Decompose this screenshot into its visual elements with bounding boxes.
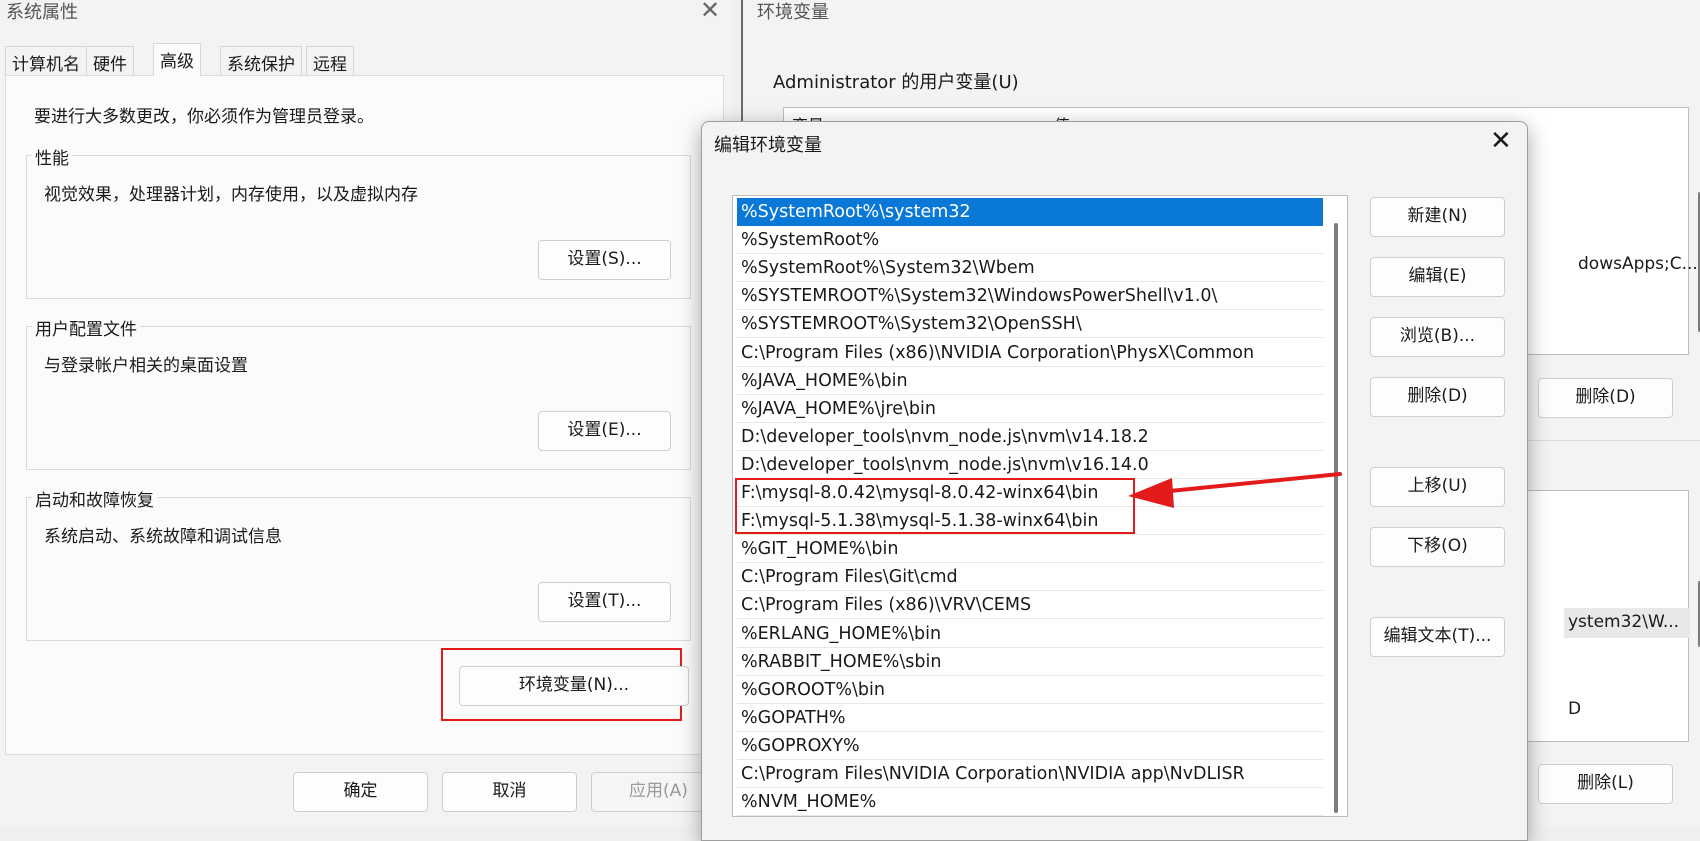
close-icon[interactable]: ✕ xyxy=(1490,126,1512,156)
ok-button[interactable]: 确定 xyxy=(293,772,428,812)
path-list-item[interactable]: %GOROOT%\bin xyxy=(737,676,1323,704)
path-list-item[interactable]: %SYSTEMROOT%\System32\WindowsPowerShell\… xyxy=(737,282,1323,311)
path-list-item[interactable]: %RABBIT_HOME%\sbin xyxy=(737,648,1323,676)
tab-hardware[interactable]: 硬件 xyxy=(86,46,134,76)
path-list-item[interactable]: C:\Program Files\NVIDIA Corporation\NVID… xyxy=(737,760,1323,788)
system-properties-window: 系统属性 ✕ 计算机名 硬件 高级 系统保护 远程 要进行大多数更改，你必须作为… xyxy=(0,0,732,826)
system-variable-value-partial[interactable]: ystem32\W... xyxy=(1568,612,1679,632)
user-variables-label: Administrator 的用户变量(U) xyxy=(773,72,1019,93)
edit-environment-variable-dialog: 编辑环境变量 ✕ %SystemRoot%\system32 %SystemRoo… xyxy=(701,121,1528,841)
path-list-item[interactable]: %SystemRoot%\system32 xyxy=(737,198,1323,226)
edit-text-button[interactable]: 编辑文本(T)... xyxy=(1370,617,1505,657)
startup-recovery-group-title: 启动和故障恢复 xyxy=(32,486,157,511)
path-list-item[interactable]: %GIT_HOME%\bin xyxy=(737,535,1323,564)
path-list-item[interactable]: C:\Program Files\Git\cmd xyxy=(737,563,1323,592)
performance-description: 视觉效果，处理器计划，内存使用，以及虚拟内存 xyxy=(44,185,418,205)
user-profiles-description: 与登录帐户相关的桌面设置 xyxy=(44,356,248,376)
path-list-item[interactable]: C:\Program Files (x86)\VRV\CEMS xyxy=(737,591,1323,620)
user-variable-value-partial[interactable]: dowsApps;C... xyxy=(1578,254,1698,274)
delete-system-variable-button[interactable]: 删除(L) xyxy=(1538,764,1673,804)
path-list-item[interactable]: C:\Program Files (x86)\NVIDIA Corporatio… xyxy=(737,339,1323,367)
performance-settings-button[interactable]: 设置(S)... xyxy=(538,240,671,280)
admin-note: 要进行大多数更改，你必须作为管理员登录。 xyxy=(34,107,374,127)
path-list-item[interactable]: %SystemRoot% xyxy=(737,226,1323,255)
path-list-item[interactable]: %JAVA_HOME%\bin xyxy=(737,367,1323,395)
close-icon[interactable]: ✕ xyxy=(700,0,720,24)
tab-system-protection[interactable]: 系统保护 xyxy=(220,46,302,76)
annotation-arrow-icon xyxy=(1128,472,1342,508)
path-list-item[interactable]: D:\developer_tools\nvm_node.js\nvm\v14.1… xyxy=(737,423,1323,451)
startup-recovery-description: 系统启动、系统故障和调试信息 xyxy=(44,527,282,547)
dialog-title: 编辑环境变量 xyxy=(714,135,822,156)
tab-remote[interactable]: 远程 xyxy=(306,46,354,76)
user-profiles-group-title: 用户配置文件 xyxy=(32,315,140,340)
path-list-item[interactable]: %GOPROXY% xyxy=(737,732,1323,760)
path-list-item[interactable]: %SYSTEMROOT%\System32\OpenSSH\ xyxy=(737,310,1323,339)
tab-computer-name[interactable]: 计算机名 xyxy=(5,46,87,76)
path-list-item[interactable]: %SystemRoot%\System32\Wbem xyxy=(737,254,1323,283)
path-list-item[interactable]: %GOPATH% xyxy=(737,704,1323,732)
tab-advanced[interactable]: 高级 xyxy=(153,43,201,76)
environment-variables-button[interactable]: 环境变量(N)... xyxy=(459,666,689,706)
browse-button[interactable]: 浏览(B)... xyxy=(1370,317,1505,357)
annotation-highlight-mysql xyxy=(735,478,1135,534)
new-button[interactable]: 新建(N) xyxy=(1370,197,1505,237)
performance-group-title: 性能 xyxy=(32,144,72,169)
cancel-button[interactable]: 取消 xyxy=(442,772,577,812)
move-up-button[interactable]: 上移(U) xyxy=(1370,467,1505,507)
user-profiles-settings-button[interactable]: 设置(E)... xyxy=(538,411,671,451)
system-variable-value-partial-2[interactable]: D xyxy=(1568,699,1581,719)
window-title: 环境变量 xyxy=(757,2,829,23)
delete-user-variable-button[interactable]: 删除(D) xyxy=(1538,378,1673,418)
move-down-button[interactable]: 下移(O) xyxy=(1370,527,1505,567)
edit-button[interactable]: 编辑(E) xyxy=(1370,257,1505,297)
path-list-item[interactable]: %NVM_HOME% xyxy=(737,788,1323,816)
delete-button[interactable]: 删除(D) xyxy=(1370,377,1505,417)
window-title: 系统属性 xyxy=(6,2,78,23)
startup-recovery-settings-button[interactable]: 设置(T)... xyxy=(538,582,671,622)
path-list-item[interactable]: %ERLANG_HOME%\bin xyxy=(737,620,1323,648)
path-list-item[interactable]: %JAVA_HOME%\jre\bin xyxy=(737,395,1323,423)
